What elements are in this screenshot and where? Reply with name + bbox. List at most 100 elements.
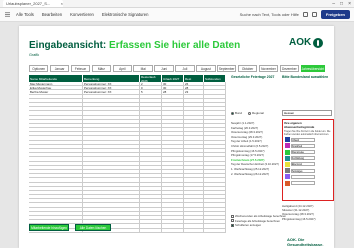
table-cell[interactable] <box>162 128 184 132</box>
month-tab[interactable]: Juni <box>154 65 174 72</box>
table-cell[interactable] <box>140 136 162 140</box>
legend-code-field[interactable]: Sonstiges <box>291 168 315 173</box>
table-cell[interactable] <box>83 144 140 148</box>
table-cell[interactable] <box>140 207 162 211</box>
table-cell[interactable] <box>162 140 184 144</box>
help-icon[interactable] <box>302 12 308 17</box>
table-cell[interactable] <box>184 228 204 232</box>
legend-code-field[interactable] <box>291 181 315 185</box>
table-cell[interactable] <box>140 140 162 144</box>
table-cell[interactable] <box>83 98 140 102</box>
table-cell[interactable] <box>184 182 204 186</box>
table-cell[interactable] <box>83 136 140 140</box>
table-cell[interactable] <box>184 144 204 148</box>
table-cell[interactable] <box>83 190 140 195</box>
table-cell[interactable] <box>204 115 226 119</box>
table-cell[interactable] <box>83 199 140 203</box>
month-tab[interactable]: Dezember <box>279 65 300 72</box>
table-cell[interactable] <box>204 178 226 182</box>
table-cell[interactable] <box>29 102 83 107</box>
month-tab[interactable]: Juli <box>175 65 195 72</box>
table-cell[interactable]: Erika Musterfrau <box>29 86 83 90</box>
table-cell[interactable] <box>184 190 204 195</box>
table-cell[interactable] <box>184 149 204 153</box>
menu-convert[interactable]: Konvertieren <box>70 12 94 17</box>
table-cell[interactable] <box>184 174 204 178</box>
table-cell[interactable] <box>204 144 226 148</box>
table-cell[interactable] <box>204 203 226 207</box>
table-cell[interactable] <box>184 178 204 182</box>
table-cell[interactable] <box>140 224 162 228</box>
minimize-icon[interactable]: – <box>332 1 335 7</box>
table-cell[interactable] <box>29 94 83 98</box>
table-cell[interactable] <box>162 211 184 215</box>
checkbox-icon[interactable] <box>231 214 234 218</box>
legend-code-field[interactable]: Elternzeit <box>291 162 315 167</box>
table-cell[interactable] <box>140 220 162 224</box>
table-cell[interactable]: 28 <box>184 86 204 90</box>
month-tab[interactable]: März <box>91 65 112 72</box>
share-button[interactable]: Freigeben <box>320 10 350 19</box>
table-cell[interactable] <box>162 111 184 115</box>
table-cell[interactable] <box>204 165 226 169</box>
table-cell[interactable] <box>162 220 184 224</box>
table-cell[interactable] <box>140 169 162 174</box>
table-cell[interactable] <box>184 211 204 215</box>
table-cell[interactable] <box>184 102 204 107</box>
table-cell[interactable]: 2 <box>140 82 162 86</box>
table-cell[interactable] <box>162 224 184 228</box>
month-tab[interactable]: Optionen <box>29 65 49 72</box>
table-cell[interactable] <box>162 115 184 119</box>
table-cell[interactable] <box>83 157 140 161</box>
table-cell[interactable] <box>162 123 184 128</box>
table-cell[interactable]: 30 <box>162 82 184 86</box>
table-cell[interactable] <box>29 149 83 153</box>
table-cell[interactable] <box>184 165 204 169</box>
month-tab[interactable]: November <box>258 65 279 72</box>
table-cell[interactable] <box>204 186 226 190</box>
checkbox-icon[interactable] <box>231 219 234 223</box>
table-cell[interactable] <box>162 94 184 98</box>
table-cell[interactable] <box>29 140 83 144</box>
table-cell[interactable] <box>184 153 204 157</box>
table-cell[interactable] <box>140 203 162 207</box>
table-cell[interactable] <box>83 102 140 107</box>
table-cell[interactable] <box>29 220 83 224</box>
table-cell[interactable] <box>83 178 140 182</box>
table-cell[interactable] <box>83 207 140 211</box>
table-cell[interactable] <box>83 174 140 178</box>
month-tab[interactable]: Januar <box>49 65 70 72</box>
table-cell[interactable] <box>162 161 184 165</box>
table-cell[interactable] <box>204 161 226 165</box>
radio-regional[interactable]: Regional <box>248 111 264 115</box>
table-cell[interactable] <box>140 182 162 186</box>
table-cell[interactable] <box>140 186 162 190</box>
table-cell[interactable] <box>184 136 204 140</box>
table-cell[interactable] <box>29 111 83 115</box>
table-cell[interactable] <box>162 199 184 203</box>
notifications-icon[interactable] <box>311 12 317 17</box>
table-cell[interactable]: Personalnummer: XX <box>83 86 140 90</box>
table-cell[interactable] <box>83 111 140 115</box>
table-cell[interactable] <box>29 157 83 161</box>
table-cell[interactable] <box>162 132 184 136</box>
table-cell[interactable]: 26 <box>184 82 204 86</box>
legend-code-field[interactable] <box>291 174 315 179</box>
document-tab[interactable]: Urlaubsplaner_2027_S... × <box>3 0 63 7</box>
month-tab[interactable]: April <box>112 65 132 72</box>
table-cell[interactable] <box>83 119 140 123</box>
table-cell[interactable] <box>204 90 226 94</box>
table-cell[interactable] <box>184 207 204 211</box>
table-cell[interactable]: Personalnummer: XX <box>83 82 140 86</box>
table-cell[interactable] <box>204 169 226 174</box>
table-cell[interactable] <box>162 216 184 220</box>
option-checkbox[interactable]: Schulferien anzeigen <box>231 223 286 228</box>
table-cell[interactable] <box>204 153 226 157</box>
table-cell[interactable] <box>204 220 226 224</box>
table-cell[interactable] <box>140 98 162 102</box>
table-cell[interactable] <box>29 190 83 195</box>
table-cell[interactable] <box>29 174 83 178</box>
table-cell[interactable] <box>184 195 204 199</box>
menu-esign[interactable]: Elektronische Signaturen <box>102 12 149 17</box>
table-cell[interactable] <box>140 199 162 203</box>
